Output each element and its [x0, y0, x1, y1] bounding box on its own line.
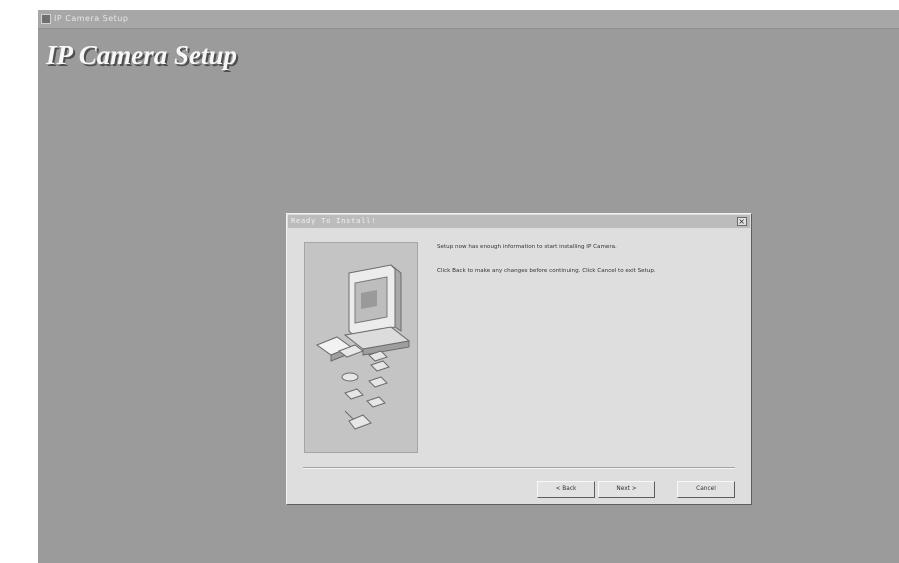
back-button[interactable]: < Back [537, 481, 595, 498]
window-titlebar: IP Camera Setup [38, 10, 899, 29]
installer-window: IP Camera Setup IP Camera Setup Ready To… [38, 10, 899, 563]
installer-art-panel [304, 242, 418, 453]
next-button[interactable]: Next > [598, 481, 655, 498]
ready-message: Setup now has enough information to star… [437, 244, 617, 250]
ready-to-install-dialog: Ready To Install! × Setup now has enough… [286, 213, 752, 505]
app-icon [41, 13, 51, 24]
dialog-title: Ready To Install! [291, 217, 377, 225]
back-instructions: Click Back to make any changes before co… [437, 268, 656, 274]
button-separator [303, 467, 735, 469]
cancel-button[interactable]: Cancel [677, 481, 735, 498]
brand-title: IP Camera Setup [46, 40, 238, 70]
close-icon[interactable]: × [737, 217, 747, 226]
dialog-titlebar: Ready To Install! × [288, 215, 750, 228]
window-title: IP Camera Setup [54, 14, 129, 23]
computer-with-disks-illustration [315, 264, 411, 430]
